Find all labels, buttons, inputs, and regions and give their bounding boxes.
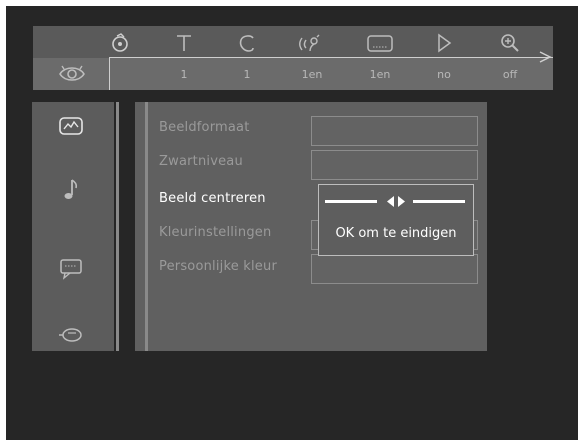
- menu-item-kleurinstellingen[interactable]: Kleurinstellingen: [159, 225, 271, 240]
- sound-settings-icon[interactable]: [56, 176, 86, 204]
- left-right-arrows-icon[interactable]: [385, 194, 407, 209]
- panel-edge: [145, 102, 148, 351]
- title-value: 1: [180, 68, 188, 81]
- chapter-icon[interactable]: [236, 32, 258, 54]
- slider-track-left: [325, 200, 377, 203]
- menu-item-beeld-centreren[interactable]: Beeld centreren: [159, 191, 266, 206]
- arrow-right-icon: [539, 51, 552, 63]
- sidebar-edge: [116, 102, 119, 351]
- zwartniveau-value-box[interactable]: [311, 150, 478, 180]
- top-info-bar: 1 1 1en 1en no off: [33, 26, 553, 90]
- disc-audio-icon[interactable]: [109, 32, 131, 54]
- play-mode-icon[interactable]: [433, 32, 455, 54]
- menu-item-persoonlijke-kleur[interactable]: Persoonlijke kleur: [159, 259, 277, 274]
- menu-item-beeldformaat[interactable]: Beeldformaat: [159, 120, 250, 135]
- centering-popup[interactable]: OK om te eindigen: [318, 184, 474, 256]
- subtitle-icon[interactable]: [366, 32, 394, 54]
- picture-settings-icon[interactable]: [56, 112, 86, 140]
- bar-divider: [109, 58, 110, 90]
- subtitle-value: 1en: [369, 68, 391, 81]
- eye-settings-icon: [59, 65, 85, 81]
- zoom-value: off: [502, 68, 518, 81]
- slider-track-right: [413, 200, 465, 203]
- zoom-icon[interactable]: [499, 32, 521, 54]
- beeldformaat-value-box[interactable]: [311, 116, 478, 146]
- title-icon[interactable]: [173, 32, 195, 54]
- audio-language-icon[interactable]: [297, 32, 323, 54]
- popup-message: OK om te eindigen: [335, 226, 457, 241]
- bar-arrow-line: [109, 57, 553, 58]
- features-settings-icon[interactable]: [56, 320, 86, 348]
- settings-sidebar: [32, 102, 119, 351]
- dvd-setup-screen: 1 1 1en 1en no off Beeldformaat Zwartniv…: [6, 6, 578, 440]
- chapter-value: 1: [243, 68, 251, 81]
- language-settings-icon[interactable]: [56, 254, 86, 282]
- play-mode-value: no: [437, 68, 451, 81]
- audio-value: 1en: [301, 68, 323, 81]
- persoonlijke-kleur-value-box[interactable]: [311, 254, 478, 284]
- menu-item-zwartniveau[interactable]: Zwartniveau: [159, 154, 243, 169]
